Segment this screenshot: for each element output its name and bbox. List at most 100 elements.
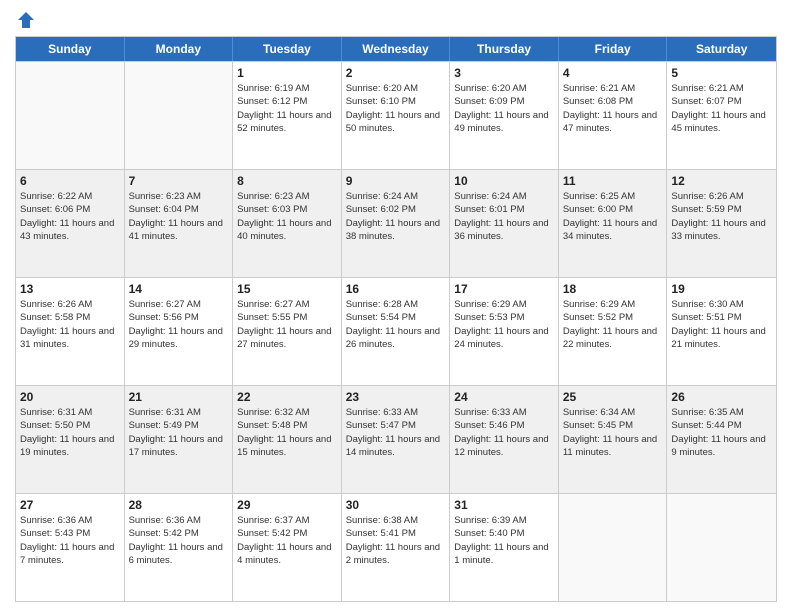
header bbox=[15, 10, 777, 28]
calendar-cell: 18Sunrise: 6:29 AM Sunset: 5:52 PM Dayli… bbox=[559, 278, 668, 385]
day-number: 14 bbox=[129, 281, 229, 297]
day-info: Sunrise: 6:19 AM Sunset: 6:12 PM Dayligh… bbox=[237, 82, 337, 135]
logo bbox=[15, 10, 37, 28]
calendar-cell: 31Sunrise: 6:39 AM Sunset: 5:40 PM Dayli… bbox=[450, 494, 559, 601]
calendar-cell: 11Sunrise: 6:25 AM Sunset: 6:00 PM Dayli… bbox=[559, 170, 668, 277]
calendar-cell bbox=[559, 494, 668, 601]
calendar-cell: 21Sunrise: 6:31 AM Sunset: 5:49 PM Dayli… bbox=[125, 386, 234, 493]
day-number: 20 bbox=[20, 389, 120, 405]
weekday-header: Monday bbox=[125, 37, 234, 61]
day-info: Sunrise: 6:23 AM Sunset: 6:03 PM Dayligh… bbox=[237, 190, 337, 243]
day-info: Sunrise: 6:29 AM Sunset: 5:53 PM Dayligh… bbox=[454, 298, 554, 351]
calendar-cell: 23Sunrise: 6:33 AM Sunset: 5:47 PM Dayli… bbox=[342, 386, 451, 493]
calendar-cell: 2Sunrise: 6:20 AM Sunset: 6:10 PM Daylig… bbox=[342, 62, 451, 169]
day-info: Sunrise: 6:24 AM Sunset: 6:02 PM Dayligh… bbox=[346, 190, 446, 243]
day-number: 17 bbox=[454, 281, 554, 297]
day-number: 16 bbox=[346, 281, 446, 297]
day-info: Sunrise: 6:26 AM Sunset: 5:59 PM Dayligh… bbox=[671, 190, 772, 243]
day-number: 18 bbox=[563, 281, 663, 297]
day-number: 30 bbox=[346, 497, 446, 513]
calendar-cell: 13Sunrise: 6:26 AM Sunset: 5:58 PM Dayli… bbox=[16, 278, 125, 385]
day-number: 9 bbox=[346, 173, 446, 189]
day-number: 25 bbox=[563, 389, 663, 405]
day-number: 28 bbox=[129, 497, 229, 513]
day-number: 12 bbox=[671, 173, 772, 189]
day-number: 19 bbox=[671, 281, 772, 297]
calendar-cell: 14Sunrise: 6:27 AM Sunset: 5:56 PM Dayli… bbox=[125, 278, 234, 385]
calendar-cell bbox=[667, 494, 776, 601]
calendar-page: SundayMondayTuesdayWednesdayThursdayFrid… bbox=[0, 0, 792, 612]
day-number: 23 bbox=[346, 389, 446, 405]
day-info: Sunrise: 6:27 AM Sunset: 5:56 PM Dayligh… bbox=[129, 298, 229, 351]
day-number: 3 bbox=[454, 65, 554, 81]
weekday-header: Saturday bbox=[667, 37, 776, 61]
day-number: 27 bbox=[20, 497, 120, 513]
calendar-cell: 16Sunrise: 6:28 AM Sunset: 5:54 PM Dayli… bbox=[342, 278, 451, 385]
calendar-cell: 17Sunrise: 6:29 AM Sunset: 5:53 PM Dayli… bbox=[450, 278, 559, 385]
day-number: 22 bbox=[237, 389, 337, 405]
day-number: 6 bbox=[20, 173, 120, 189]
calendar-cell: 25Sunrise: 6:34 AM Sunset: 5:45 PM Dayli… bbox=[559, 386, 668, 493]
day-info: Sunrise: 6:33 AM Sunset: 5:46 PM Dayligh… bbox=[454, 406, 554, 459]
calendar-cell: 20Sunrise: 6:31 AM Sunset: 5:50 PM Dayli… bbox=[16, 386, 125, 493]
day-info: Sunrise: 6:34 AM Sunset: 5:45 PM Dayligh… bbox=[563, 406, 663, 459]
day-info: Sunrise: 6:36 AM Sunset: 5:43 PM Dayligh… bbox=[20, 514, 120, 567]
calendar-week: 6Sunrise: 6:22 AM Sunset: 6:06 PM Daylig… bbox=[16, 169, 776, 277]
day-info: Sunrise: 6:23 AM Sunset: 6:04 PM Dayligh… bbox=[129, 190, 229, 243]
day-number: 8 bbox=[237, 173, 337, 189]
calendar-week: 27Sunrise: 6:36 AM Sunset: 5:43 PM Dayli… bbox=[16, 493, 776, 601]
calendar: SundayMondayTuesdayWednesdayThursdayFrid… bbox=[15, 36, 777, 602]
calendar-body: 1Sunrise: 6:19 AM Sunset: 6:12 PM Daylig… bbox=[16, 61, 776, 601]
day-info: Sunrise: 6:31 AM Sunset: 5:49 PM Dayligh… bbox=[129, 406, 229, 459]
calendar-cell: 26Sunrise: 6:35 AM Sunset: 5:44 PM Dayli… bbox=[667, 386, 776, 493]
day-info: Sunrise: 6:35 AM Sunset: 5:44 PM Dayligh… bbox=[671, 406, 772, 459]
day-number: 21 bbox=[129, 389, 229, 405]
calendar-cell bbox=[125, 62, 234, 169]
calendar-cell: 22Sunrise: 6:32 AM Sunset: 5:48 PM Dayli… bbox=[233, 386, 342, 493]
day-info: Sunrise: 6:21 AM Sunset: 6:07 PM Dayligh… bbox=[671, 82, 772, 135]
calendar-week: 1Sunrise: 6:19 AM Sunset: 6:12 PM Daylig… bbox=[16, 61, 776, 169]
calendar-week: 20Sunrise: 6:31 AM Sunset: 5:50 PM Dayli… bbox=[16, 385, 776, 493]
calendar-cell: 10Sunrise: 6:24 AM Sunset: 6:01 PM Dayli… bbox=[450, 170, 559, 277]
day-info: Sunrise: 6:36 AM Sunset: 5:42 PM Dayligh… bbox=[129, 514, 229, 567]
day-number: 31 bbox=[454, 497, 554, 513]
day-number: 24 bbox=[454, 389, 554, 405]
day-info: Sunrise: 6:20 AM Sunset: 6:10 PM Dayligh… bbox=[346, 82, 446, 135]
weekday-header: Friday bbox=[559, 37, 668, 61]
day-info: Sunrise: 6:25 AM Sunset: 6:00 PM Dayligh… bbox=[563, 190, 663, 243]
calendar-cell: 8Sunrise: 6:23 AM Sunset: 6:03 PM Daylig… bbox=[233, 170, 342, 277]
day-number: 2 bbox=[346, 65, 446, 81]
day-number: 4 bbox=[563, 65, 663, 81]
day-info: Sunrise: 6:37 AM Sunset: 5:42 PM Dayligh… bbox=[237, 514, 337, 567]
day-info: Sunrise: 6:26 AM Sunset: 5:58 PM Dayligh… bbox=[20, 298, 120, 351]
calendar-header: SundayMondayTuesdayWednesdayThursdayFrid… bbox=[16, 37, 776, 61]
logo-icon bbox=[16, 10, 36, 30]
calendar-cell: 1Sunrise: 6:19 AM Sunset: 6:12 PM Daylig… bbox=[233, 62, 342, 169]
day-number: 10 bbox=[454, 173, 554, 189]
calendar-cell bbox=[16, 62, 125, 169]
day-info: Sunrise: 6:29 AM Sunset: 5:52 PM Dayligh… bbox=[563, 298, 663, 351]
day-info: Sunrise: 6:31 AM Sunset: 5:50 PM Dayligh… bbox=[20, 406, 120, 459]
day-info: Sunrise: 6:27 AM Sunset: 5:55 PM Dayligh… bbox=[237, 298, 337, 351]
day-info: Sunrise: 6:20 AM Sunset: 6:09 PM Dayligh… bbox=[454, 82, 554, 135]
calendar-cell: 27Sunrise: 6:36 AM Sunset: 5:43 PM Dayli… bbox=[16, 494, 125, 601]
day-info: Sunrise: 6:30 AM Sunset: 5:51 PM Dayligh… bbox=[671, 298, 772, 351]
day-number: 5 bbox=[671, 65, 772, 81]
day-number: 29 bbox=[237, 497, 337, 513]
day-number: 1 bbox=[237, 65, 337, 81]
day-number: 11 bbox=[563, 173, 663, 189]
weekday-header: Thursday bbox=[450, 37, 559, 61]
calendar-cell: 30Sunrise: 6:38 AM Sunset: 5:41 PM Dayli… bbox=[342, 494, 451, 601]
day-number: 26 bbox=[671, 389, 772, 405]
day-info: Sunrise: 6:28 AM Sunset: 5:54 PM Dayligh… bbox=[346, 298, 446, 351]
calendar-cell: 6Sunrise: 6:22 AM Sunset: 6:06 PM Daylig… bbox=[16, 170, 125, 277]
calendar-cell: 19Sunrise: 6:30 AM Sunset: 5:51 PM Dayli… bbox=[667, 278, 776, 385]
day-number: 7 bbox=[129, 173, 229, 189]
day-info: Sunrise: 6:21 AM Sunset: 6:08 PM Dayligh… bbox=[563, 82, 663, 135]
calendar-cell: 28Sunrise: 6:36 AM Sunset: 5:42 PM Dayli… bbox=[125, 494, 234, 601]
calendar-cell: 15Sunrise: 6:27 AM Sunset: 5:55 PM Dayli… bbox=[233, 278, 342, 385]
day-info: Sunrise: 6:22 AM Sunset: 6:06 PM Dayligh… bbox=[20, 190, 120, 243]
day-number: 15 bbox=[237, 281, 337, 297]
day-number: 13 bbox=[20, 281, 120, 297]
weekday-header: Sunday bbox=[16, 37, 125, 61]
